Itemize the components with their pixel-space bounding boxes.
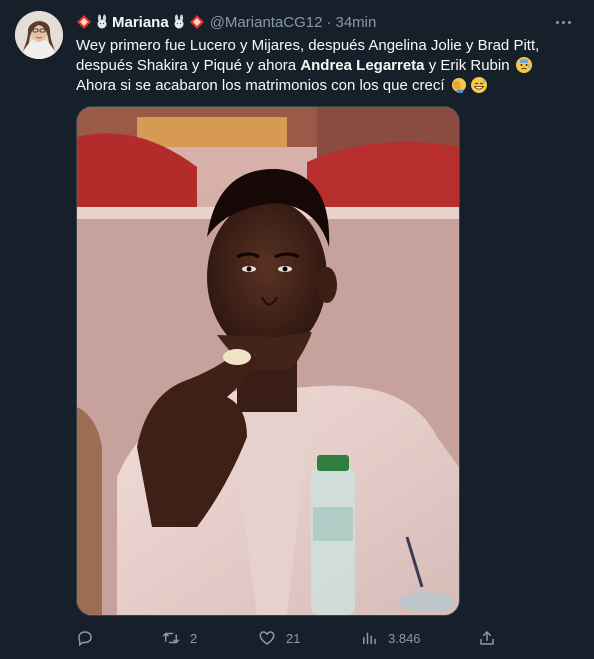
views-button[interactable]: 3.846 <box>360 629 421 647</box>
separator: · <box>326 13 332 31</box>
reply-button[interactable] <box>76 629 104 647</box>
tweet-text-part3: Ahora si se acabaron los matrimonios con… <box>76 77 449 94</box>
share-button[interactable] <box>478 629 496 647</box>
tweet-actions: 2 21 3.846 <box>76 627 506 649</box>
display-name-text: Mariana <box>112 13 169 31</box>
retweet-count: 2 <box>190 630 198 646</box>
tweet-photo[interactable] <box>76 106 460 616</box>
avatar[interactable] <box>15 11 63 59</box>
bunny-icon <box>97 14 107 29</box>
facepalm-emoji <box>451 78 466 93</box>
tweet-text: Wey primero fue Lucero y Mijares, despué… <box>76 36 576 96</box>
sweat-face-emoji <box>515 57 532 73</box>
diamond-icon <box>189 15 204 29</box>
tweet-text-bold[interactable]: Andrea Legarreta <box>300 57 424 74</box>
handle[interactable]: @MariantaCG12 <box>210 14 323 31</box>
views-count: 3.846 <box>388 630 421 646</box>
photo-image <box>77 107 459 615</box>
tweet-text-part2: y Erik Rubin <box>424 57 514 74</box>
retweet-button[interactable]: 2 <box>162 629 197 647</box>
more-icon[interactable] <box>548 11 578 33</box>
bunny-icon <box>174 14 184 29</box>
diamond-icon <box>77 15 91 29</box>
timestamp[interactable]: 34min <box>335 14 376 31</box>
tweet-header: Mariana @MariantaCG12 · 34min <box>76 11 578 33</box>
tweet: Mariana @MariantaCG12 · 34min Wey primer… <box>0 0 594 659</box>
like-count: 21 <box>286 630 301 646</box>
share-icon <box>480 631 494 645</box>
views-icon <box>363 632 376 644</box>
reply-icon <box>78 631 92 647</box>
retweet-icon <box>162 632 180 644</box>
like-button[interactable]: 21 <box>258 629 300 647</box>
display-name[interactable]: Mariana <box>76 14 205 31</box>
heart-icon <box>259 631 275 645</box>
grin-sweat-emoji <box>470 77 487 93</box>
